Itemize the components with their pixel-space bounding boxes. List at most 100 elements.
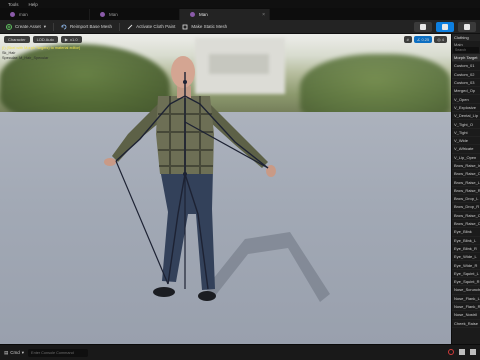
list-item[interactable]: Merged_Op [452, 87, 480, 96]
tab-label: Man [109, 12, 118, 17]
tab-label: man [19, 12, 28, 17]
list-item[interactable]: V_Affricate [452, 145, 480, 154]
list-item[interactable]: V_Dental_Lip [452, 112, 480, 121]
viewport-info-text: (!) (Skel with Morph Targets) to materia… [2, 46, 80, 61]
skeleton-icon [420, 24, 426, 30]
document-tab-bar: man Man Man × [0, 8, 480, 20]
jeans [160, 169, 215, 290]
character-menu-button[interactable]: Character [4, 36, 30, 43]
list-item[interactable]: Eye_Wide_L [452, 253, 480, 262]
list-item[interactable]: Brow_Drop_L [452, 195, 480, 204]
list-item[interactable]: Brow_Raise_In [452, 162, 480, 171]
reimport-base-mesh-button[interactable]: Reimport Base Mesh [61, 24, 112, 30]
list-item[interactable]: V_Tight_O [452, 120, 480, 129]
list-item[interactable]: Custom_01 [452, 62, 480, 71]
head [171, 56, 195, 88]
chevron-down-icon: ▾ [21, 349, 25, 355]
console-command-input[interactable]: Enter Console Command [28, 348, 89, 357]
tab-man-1[interactable]: man [0, 9, 90, 20]
list-item[interactable]: V_Tight [452, 129, 480, 137]
character-label: Character [8, 37, 26, 42]
lod-menu-button[interactable]: LOD Auto [32, 36, 58, 43]
activate-cloth-paint-button[interactable]: Activate Cloth Paint [127, 24, 175, 30]
static-mesh-icon [182, 24, 188, 29]
create-asset-label: Create Asset [15, 24, 41, 29]
list-item[interactable]: Brow_Raise_C [452, 212, 480, 220]
record-icon[interactable] [448, 349, 454, 355]
toolbar: Create Asset ▾ Reimport Base Mesh Activa… [0, 20, 480, 34]
list-item[interactable]: Brow_Raise_Out [452, 170, 480, 179]
list-item[interactable]: Eye_Squint_R [452, 278, 480, 287]
speed-label: x1.0 [69, 37, 78, 42]
camera-speed-value: 4 [441, 37, 444, 42]
search-input[interactable]: Search [453, 47, 479, 53]
list-item[interactable]: Eye_Blink [452, 228, 480, 237]
morph-target-list: Morph Target Custom_01 Custom_02 Custom_… [452, 54, 480, 328]
camera-speed-button[interactable]: ◎ 4 [434, 36, 447, 43]
grid-snap-button[interactable]: # [403, 36, 412, 43]
console-drawer-button[interactable]: ▤ Cmd ▾ [4, 350, 24, 356]
menu-help[interactable]: Help [29, 2, 38, 7]
animation-mode-button[interactable] [458, 22, 476, 32]
right-shoe [198, 291, 216, 301]
play-icon: ▶ [64, 37, 68, 42]
camera-icon: ◎ [437, 37, 441, 42]
character-mesh[interactable] [0, 34, 451, 344]
tab-man-3[interactable]: Man × [180, 9, 270, 20]
tab-clothing[interactable]: Clothing [452, 34, 480, 41]
info-line: Specular: M_Hair_Specular [2, 56, 49, 60]
create-asset-icon [6, 23, 12, 30]
list-item[interactable]: Nose_Flank_R [452, 303, 480, 312]
mesh-mode-button[interactable] [436, 22, 454, 32]
asset-icon [10, 12, 15, 17]
list-item[interactable]: Eye_Blink_R [452, 245, 480, 254]
list-item[interactable]: Brow_Raise_C2 [452, 220, 480, 229]
viewport-controls-left: Character LOD Auto ▶ x1.0 [4, 36, 82, 43]
tab-man-2[interactable]: Man [90, 9, 180, 20]
list-item[interactable]: Custom_02 [452, 71, 480, 79]
left-hand [104, 158, 116, 166]
static-mesh-label: Make Static Mesh [191, 24, 228, 29]
create-asset-button[interactable]: Create Asset ▾ [6, 23, 46, 30]
list-item[interactable]: Eye_Blink_L [452, 237, 480, 245]
mesh-icon [442, 24, 448, 30]
list-item[interactable]: Custom_03 [452, 79, 480, 88]
list-item[interactable]: V_Wide [452, 137, 480, 146]
bottom-bar: ▤ Cmd ▾ Enter Console Command [0, 344, 480, 360]
list-item[interactable]: Eye_Wide_R [452, 261, 480, 270]
list-item[interactable]: Nose_Scrunch [452, 286, 480, 295]
rotation-snap-button[interactable]: ∠ 0.25 [413, 36, 433, 43]
list-item[interactable]: Nose_Nostril [452, 311, 480, 320]
close-icon[interactable]: × [262, 12, 265, 18]
divider [119, 22, 121, 31]
playback-controls [448, 349, 476, 355]
rotation-icon: ∠ [416, 37, 421, 42]
list-item[interactable]: Cheek_Raise [452, 320, 480, 328]
rotation-value: 0.25 [421, 37, 430, 42]
list-item[interactable]: V_Explosive [452, 104, 480, 113]
list-item[interactable]: Brow_Drop_R [452, 203, 480, 212]
menu-tools[interactable]: Tools [8, 2, 19, 7]
skeleton-mode-button[interactable] [414, 22, 432, 32]
cloth-paint-label: Activate Cloth Paint [136, 24, 176, 29]
asset-icon [190, 12, 195, 17]
menu-bar: Tools Help [0, 0, 480, 8]
stop-icon[interactable] [470, 349, 476, 355]
joint [183, 172, 187, 176]
console-icon: ▤ [4, 349, 9, 355]
left-sleeve [112, 104, 160, 162]
make-static-mesh-button[interactable]: Make Static Mesh [182, 24, 227, 30]
list-item[interactable]: Nose_Flank_L [452, 295, 480, 303]
playback-speed-button[interactable]: ▶ x1.0 [60, 36, 82, 43]
list-item[interactable]: Brow_Raise_R [452, 187, 480, 196]
viewport[interactable]: Character LOD Auto ▶ x1.0 # ∠ 0.25 ◎ 4 (!) … [0, 34, 451, 344]
list-item[interactable]: V_Open [452, 95, 480, 104]
list-item[interactable]: Brow_Raise_L [452, 178, 480, 187]
grid-icon: # [406, 37, 409, 42]
list-header[interactable]: Morph Target [452, 54, 480, 63]
lod-label: LOD Auto [36, 37, 54, 42]
list-item[interactable]: Eye_Squint_L [452, 270, 480, 279]
list-item[interactable]: V_Lip_Open [452, 154, 480, 162]
pause-icon[interactable] [459, 349, 465, 355]
left-shoe [153, 287, 175, 297]
